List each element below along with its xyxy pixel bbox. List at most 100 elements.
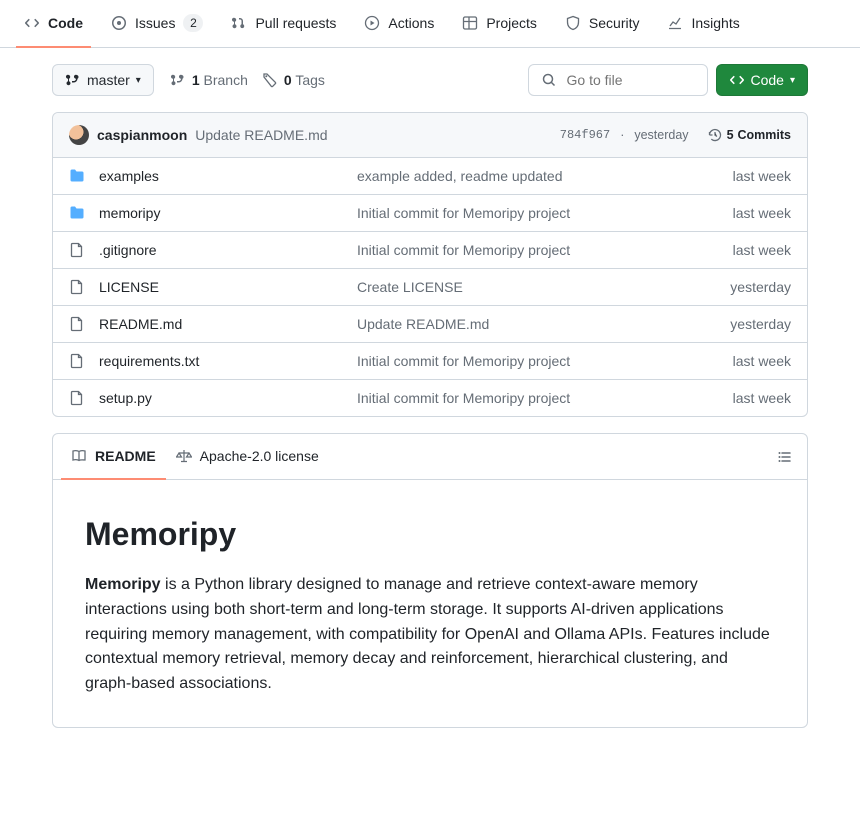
commits-link[interactable]: 5 Commits	[707, 127, 791, 143]
issue-icon	[111, 15, 127, 31]
branch-name: master	[87, 72, 130, 88]
nav-tab-code[interactable]: Code	[16, 0, 91, 48]
outline-button[interactable]	[771, 443, 799, 471]
tag-icon	[262, 72, 278, 88]
commits-word: Commits	[738, 128, 791, 142]
nav-tab-insights[interactable]: Insights	[659, 0, 747, 48]
folder-icon	[69, 205, 85, 221]
file-name-link[interactable]: requirements.txt	[99, 353, 357, 369]
file-toolbar: master ▾ 1 Branch 0 Tags Code ▾	[52, 48, 808, 112]
readme-body: Memoripy Memoripy is a Python library de…	[53, 480, 807, 727]
file-icon	[69, 279, 85, 295]
commit-sha-link[interactable]: 784f967	[560, 128, 610, 142]
branch-stats: 1 Branch 0 Tags	[170, 72, 325, 88]
file-name-link[interactable]: examples	[99, 168, 357, 184]
file-when: last week	[681, 242, 791, 258]
avatar[interactable]	[69, 125, 89, 145]
file-when: last week	[681, 353, 791, 369]
readme-lead: Memoripy is a Python library designed to…	[85, 573, 775, 697]
file-name-link[interactable]: memoripy	[99, 205, 357, 221]
readme-tab-apache-2-0-license[interactable]: Apache-2.0 license	[166, 434, 329, 480]
file-when: last week	[681, 390, 791, 406]
search-icon	[541, 72, 557, 88]
commit-author-link[interactable]: caspianmoon	[97, 127, 187, 143]
graph-icon	[667, 15, 683, 31]
shield-icon	[565, 15, 581, 31]
readme-tab-readme[interactable]: README	[61, 434, 166, 480]
latest-commit-header: caspianmoon Update README.md 784f967 · y…	[53, 113, 807, 158]
file-name-link[interactable]: .gitignore	[99, 242, 357, 258]
readme-tab-label: Apache-2.0 license	[200, 448, 319, 464]
branches-word: Branch	[204, 72, 248, 88]
file-commit-message-link[interactable]: Initial commit for Memoripy project	[357, 353, 681, 369]
file-commit-message-link[interactable]: Update README.md	[357, 316, 681, 332]
commit-when: yesterday	[634, 128, 688, 142]
file-row: README.mdUpdate README.mdyesterday	[53, 306, 807, 343]
nav-tab-actions[interactable]: Actions	[356, 0, 442, 48]
commit-message-link[interactable]: Update README.md	[195, 127, 327, 143]
caret-down-icon: ▾	[136, 75, 141, 86]
readme-box: README Apache-2.0 license Memoripy Memori…	[52, 433, 808, 728]
file-when: yesterday	[681, 279, 791, 295]
pr-icon	[231, 15, 247, 31]
file-when: last week	[681, 168, 791, 184]
file-row: .gitignoreInitial commit for Memoripy pr…	[53, 232, 807, 269]
tags-count: 0	[284, 72, 292, 88]
readme-tab-label: README	[95, 448, 156, 464]
file-name-link[interactable]: LICENSE	[99, 279, 357, 295]
file-name-link[interactable]: README.md	[99, 316, 357, 332]
commits-count: 5	[727, 128, 734, 142]
git-branch-icon	[65, 72, 81, 88]
nav-label: Actions	[388, 8, 434, 38]
file-row: LICENSECreate LICENSEyesterday	[53, 269, 807, 306]
git-branch-icon	[170, 72, 186, 88]
readme-lead-strong: Memoripy	[85, 576, 161, 593]
code-icon	[729, 72, 745, 88]
table-icon	[462, 15, 478, 31]
file-icon	[69, 390, 85, 406]
nav-tab-projects[interactable]: Projects	[454, 0, 545, 48]
file-row: setup.pyInitial commit for Memoripy proj…	[53, 380, 807, 416]
file-commit-message-link[interactable]: example added, readme updated	[357, 168, 681, 184]
branches-count: 1	[192, 72, 200, 88]
file-when: last week	[681, 205, 791, 221]
law-icon	[176, 448, 192, 464]
nav-tab-issues[interactable]: Issues2	[103, 0, 211, 48]
nav-label: Pull requests	[255, 8, 336, 38]
code-button-label: Code	[751, 72, 784, 88]
nav-label: Issues	[135, 8, 175, 38]
file-commit-message-link[interactable]: Create LICENSE	[357, 279, 681, 295]
book-icon	[71, 448, 87, 464]
file-commit-message-link[interactable]: Initial commit for Memoripy project	[357, 242, 681, 258]
repo-nav: Code Issues2 Pull requests Actions Projects S…	[0, 0, 860, 48]
dot: ·	[620, 128, 624, 142]
file-list-box: caspianmoon Update README.md 784f967 · y…	[52, 112, 808, 417]
history-icon	[707, 127, 723, 143]
list-icon	[777, 449, 793, 465]
nav-label: Projects	[486, 8, 537, 38]
nav-tab-pull-requests[interactable]: Pull requests	[223, 0, 344, 48]
file-when: yesterday	[681, 316, 791, 332]
readme-tabs: README Apache-2.0 license	[53, 434, 807, 480]
branch-picker-button[interactable]: master ▾	[52, 64, 154, 96]
go-to-file-search[interactable]	[528, 64, 708, 96]
readme-title: Memoripy	[85, 516, 775, 553]
file-commit-message-link[interactable]: Initial commit for Memoripy project	[357, 390, 681, 406]
caret-down-icon: ▾	[790, 75, 795, 86]
branches-link[interactable]: 1 Branch	[170, 72, 248, 88]
play-icon	[364, 15, 380, 31]
code-icon	[24, 15, 40, 31]
tags-link[interactable]: 0 Tags	[262, 72, 325, 88]
file-row: memoripyInitial commit for Memoripy proj…	[53, 195, 807, 232]
nav-tab-security[interactable]: Security	[557, 0, 648, 48]
nav-label: Security	[589, 8, 640, 38]
file-row: examplesexample added, readme updatedlas…	[53, 158, 807, 195]
code-button[interactable]: Code ▾	[716, 64, 809, 96]
tags-word: Tags	[295, 72, 325, 88]
nav-label: Code	[48, 8, 83, 38]
file-icon	[69, 353, 85, 369]
file-name-link[interactable]: setup.py	[99, 390, 357, 406]
file-icon	[69, 242, 85, 258]
go-to-file-input[interactable]	[565, 71, 695, 89]
file-commit-message-link[interactable]: Initial commit for Memoripy project	[357, 205, 681, 221]
